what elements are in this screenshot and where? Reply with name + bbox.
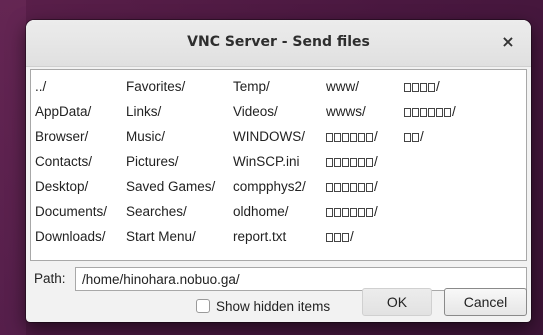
missing-glyph-box [412,133,419,142]
file-list-item[interactable]: Favorites/ [126,76,215,101]
file-list-item[interactable]: AppData/ [35,101,107,126]
file-list-item[interactable]: WinSCP.ini [233,151,306,176]
send-files-dialog: VNC Server - Send files × ../AppData/Bro… [26,20,531,322]
missing-glyph-box [358,208,365,217]
missing-glyph-box [428,83,435,92]
file-list-item[interactable]: Browser/ [35,126,107,151]
file-list-item[interactable]: www/ [326,76,378,101]
desktop-background [0,0,26,335]
file-list-item[interactable]: oldhome/ [233,201,306,226]
missing-glyph-box [366,183,373,192]
missing-glyph-box [342,233,349,242]
ok-button[interactable]: OK [362,288,432,316]
path-label: Path: [34,271,66,286]
missing-glyph-box [326,183,333,192]
file-list-item[interactable]: / [404,76,456,101]
file-list-item-suffix: / [350,229,354,244]
missing-glyph-box [326,158,333,167]
file-list-item[interactable]: Pictures/ [126,151,215,176]
missing-glyph-box [334,183,341,192]
close-button[interactable]: × [497,31,519,53]
missing-glyph-box [358,183,365,192]
missing-glyph-box [326,133,333,142]
cancel-button[interactable]: Cancel [444,288,527,316]
close-icon: × [501,32,515,51]
missing-glyph-box [326,208,333,217]
file-list-item-suffix: / [436,79,440,94]
missing-glyph-box [404,83,411,92]
missing-glyph-box [444,108,451,117]
file-list-item[interactable]: Contacts/ [35,151,107,176]
file-list-item[interactable]: WINDOWS/ [233,126,306,151]
missing-glyph-box [358,158,365,167]
missing-glyph-box [342,133,349,142]
file-list-item-suffix: / [452,104,456,119]
file-list-item[interactable]: Start Menu/ [126,226,215,251]
file-list-item[interactable]: Links/ [126,101,215,126]
missing-glyph-box [420,108,427,117]
missing-glyph-box [326,233,333,242]
file-column-1: ../AppData/Browser/Contacts/Desktop/Docu… [35,76,107,251]
file-list-item[interactable]: report.txt [233,226,306,251]
show-hidden-label: Show hidden items [216,298,331,314]
missing-glyph-box [404,133,411,142]
file-column-4: www/wwws/ / / / / / [326,76,378,251]
missing-glyph-box [404,108,411,117]
file-list-item[interactable]: / [404,126,456,151]
show-hidden-toggle[interactable]: Show hidden items [196,295,330,317]
file-list-item[interactable]: / [326,151,378,176]
missing-glyph-box [342,208,349,217]
missing-glyph-box [366,133,373,142]
missing-glyph-box [350,133,357,142]
show-hidden-checkbox[interactable] [196,299,210,313]
missing-glyph-box [358,133,365,142]
file-list-item[interactable]: Searches/ [126,201,215,226]
missing-glyph-box [350,183,357,192]
file-column-5: / / / [404,76,456,151]
file-list-item[interactable]: / [326,126,378,151]
missing-glyph-box [366,208,373,217]
missing-glyph-box [334,208,341,217]
file-list-item-suffix: / [374,129,378,144]
file-list-item[interactable]: / [326,226,378,251]
file-list-item-suffix: / [374,179,378,194]
missing-glyph-box [334,158,341,167]
file-column-3: Temp/Videos/WINDOWS/WinSCP.ini compphys2/… [233,76,306,251]
missing-glyph-box [412,83,419,92]
file-list-item[interactable]: Temp/ [233,76,306,101]
file-list-item-suffix: / [374,204,378,219]
missing-glyph-box [350,208,357,217]
dialog-title: VNC Server - Send files [187,34,370,50]
missing-glyph-box [436,108,443,117]
file-list-item[interactable]: Documents/ [35,201,107,226]
file-list[interactable]: ../AppData/Browser/Contacts/Desktop/Docu… [30,69,527,261]
missing-glyph-box [350,158,357,167]
missing-glyph-box [342,158,349,167]
missing-glyph-box [420,83,427,92]
missing-glyph-box [342,183,349,192]
file-list-item-suffix: / [374,154,378,169]
title-bar[interactable]: VNC Server - Send files × [26,20,531,67]
file-list-item-suffix: / [420,129,424,144]
missing-glyph-box [412,108,419,117]
file-list-item[interactable]: Desktop/ [35,176,107,201]
file-list-item[interactable]: / [404,101,456,126]
file-column-2: Favorites/Links/Music/Pictures/Saved Gam… [126,76,215,251]
file-list-item[interactable]: Music/ [126,126,215,151]
missing-glyph-box [334,233,341,242]
file-list-item[interactable]: Saved Games/ [126,176,215,201]
file-list-item[interactable]: Videos/ [233,101,306,126]
missing-glyph-box [366,158,373,167]
file-list-item[interactable]: ../ [35,76,107,101]
missing-glyph-box [428,108,435,117]
file-list-item[interactable]: / [326,176,378,201]
missing-glyph-box [334,133,341,142]
file-list-item[interactable]: compphys2/ [233,176,306,201]
file-list-item[interactable]: Downloads/ [35,226,107,251]
file-list-item[interactable]: / [326,201,378,226]
file-list-item[interactable]: wwws/ [326,101,378,126]
